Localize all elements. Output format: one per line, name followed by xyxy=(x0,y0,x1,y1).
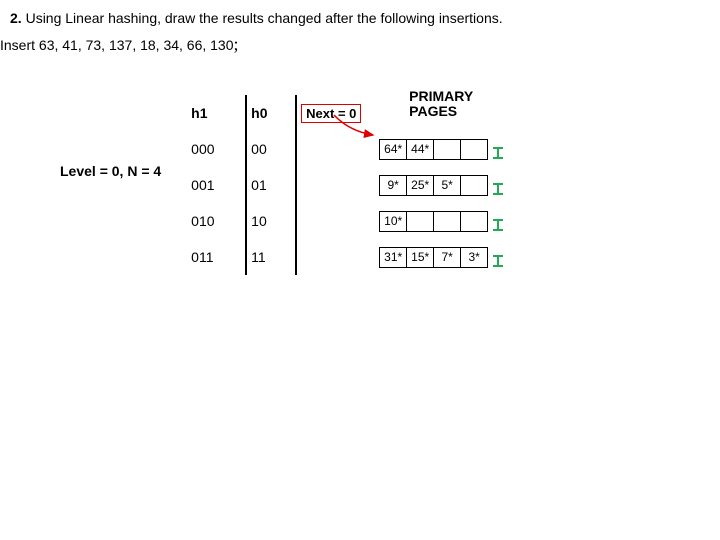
next-arrow-icon xyxy=(329,113,379,143)
cell: 9* xyxy=(380,176,407,195)
primary-l1: PRIMARY xyxy=(409,89,473,104)
level-label: Level = 0, N = 4 xyxy=(60,163,161,179)
cell: 15* xyxy=(407,248,434,267)
bucket-0: 64* 44* xyxy=(379,131,505,167)
next-r1 xyxy=(301,167,379,203)
cell: 3* xyxy=(461,248,487,267)
h0-01: 01 xyxy=(251,167,291,203)
divider-1 xyxy=(245,95,247,275)
h1-001: 001 xyxy=(191,167,241,203)
terminator-icon xyxy=(491,246,505,268)
cell xyxy=(461,212,487,231)
cell xyxy=(407,212,434,231)
cell: 7* xyxy=(434,248,461,267)
h1-011: 011 xyxy=(191,239,241,275)
next-r2 xyxy=(301,203,379,239)
h1-header: h1 xyxy=(191,95,241,131)
bucket-2: 10* xyxy=(379,203,505,239)
terminator-icon xyxy=(491,174,505,196)
h0-11: 11 xyxy=(251,239,291,275)
question-line: 2. Using Linear hashing, draw the result… xyxy=(10,10,710,26)
col-pages: PRIMARY PAGES 64* 44* 9* 25* 5* xyxy=(379,95,505,275)
bucket-3: 31* 15* 7* 3* xyxy=(379,239,505,275)
cell: 64* xyxy=(380,140,407,159)
cell: 10* xyxy=(380,212,407,231)
divider-2 xyxy=(295,95,297,275)
h1-000: 000 xyxy=(191,131,241,167)
cell xyxy=(434,212,461,231)
col-h0: h0 00 01 10 11 xyxy=(251,95,291,275)
cell: 25* xyxy=(407,176,434,195)
next-r3 xyxy=(301,239,379,275)
cell: 5* xyxy=(434,176,461,195)
col-next: Next = 0 xyxy=(301,95,379,275)
h0-header: h0 xyxy=(251,95,291,131)
hash-table: h1 000 001 010 011 h0 00 01 10 11 Next =… xyxy=(191,95,505,275)
diagram: Level = 0, N = 4 h1 000 001 010 011 h0 0… xyxy=(60,95,720,275)
bucket-1: 9* 25* 5* xyxy=(379,167,505,203)
question-text: Using Linear hashing, draw the results c… xyxy=(26,10,503,26)
terminator-icon xyxy=(491,210,505,232)
primary-l2: PAGES xyxy=(409,104,473,119)
col-h1: h1 000 001 010 011 xyxy=(191,95,241,275)
cell: 44* xyxy=(407,140,434,159)
insert-text: Insert 63, 41, 73, 137, 18, 34, 66, 130 xyxy=(0,37,234,53)
cell xyxy=(461,140,487,159)
primary-header: PRIMARY PAGES xyxy=(379,95,505,131)
cell xyxy=(434,140,461,159)
insert-line: Insert 63, 41, 73, 137, 18, 34, 66, 130; xyxy=(0,34,720,55)
semicolon: ; xyxy=(234,34,239,54)
h0-00: 00 xyxy=(251,131,291,167)
terminator-icon xyxy=(491,138,505,160)
cell xyxy=(461,176,487,195)
h0-10: 10 xyxy=(251,203,291,239)
cell: 31* xyxy=(380,248,407,267)
h1-010: 010 xyxy=(191,203,241,239)
question-number: 2. xyxy=(10,10,22,26)
